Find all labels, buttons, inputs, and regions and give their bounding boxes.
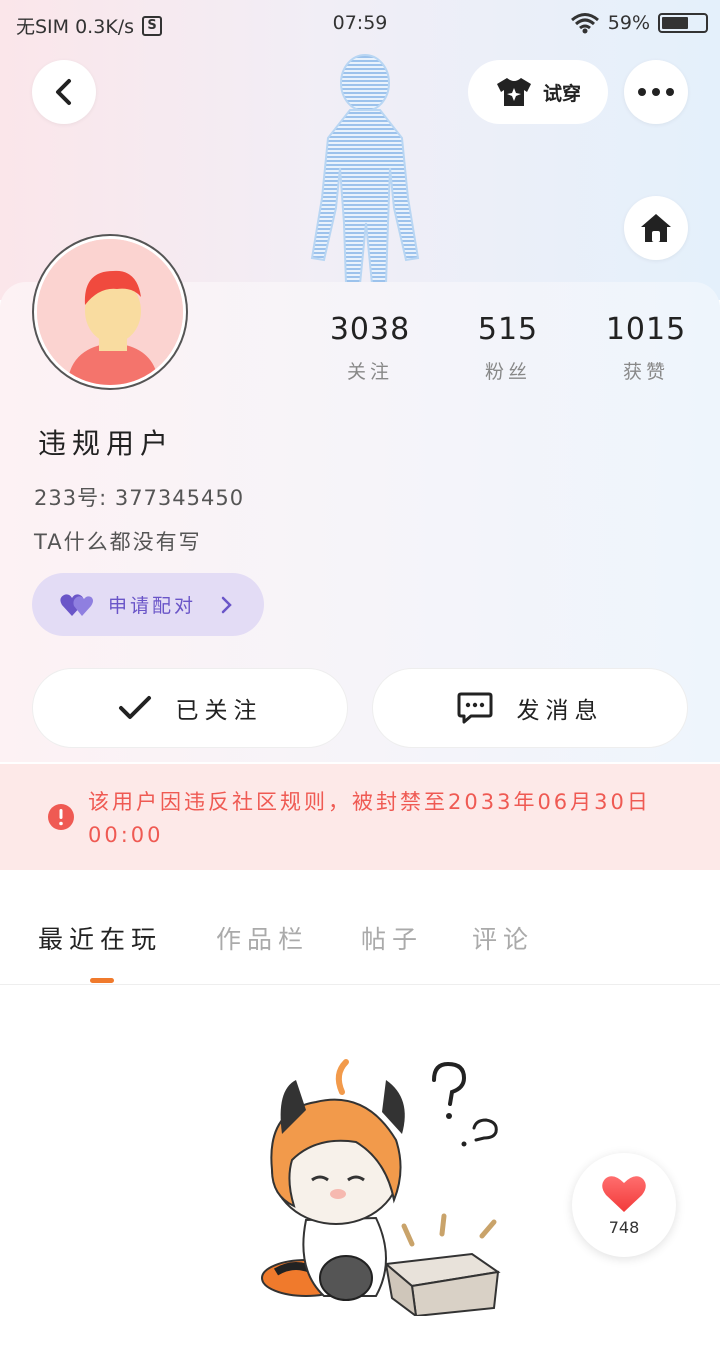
stats-row: 3038 关注 515 粉丝 1015 获赞: [300, 312, 720, 392]
tab-comments[interactable]: 评论: [472, 920, 534, 956]
stat-likes[interactable]: 1015 获赞: [576, 312, 716, 384]
followed-button[interactable]: 已关注: [32, 668, 348, 748]
ellipsis-icon: [638, 88, 674, 96]
stat-value: 515: [477, 312, 539, 347]
back-button[interactable]: [32, 60, 96, 124]
followed-label: 已关注: [175, 698, 263, 724]
exclamation-circle-icon: [48, 804, 74, 830]
battery-percent: 59%: [607, 12, 650, 34]
stat-value: 3038: [329, 312, 411, 347]
home-icon: [641, 214, 671, 242]
stat-fans[interactable]: 515 粉丝: [438, 312, 578, 384]
chevron-left-icon: [56, 79, 71, 105]
match-label: 申请配对: [108, 595, 197, 617]
shirt-sparkle-icon: [496, 78, 531, 106]
message-label: 发消息: [516, 698, 604, 724]
avatar[interactable]: [34, 236, 186, 388]
avatar-hologram-figure[interactable]: [290, 48, 440, 288]
tab-works[interactable]: 作品栏: [216, 920, 309, 956]
home-button[interactable]: [624, 196, 688, 260]
active-tab-indicator: [90, 978, 114, 983]
wifi-icon: [570, 13, 599, 34]
tab-posts[interactable]: 帖子: [361, 920, 423, 956]
username: 违规用户: [38, 427, 175, 460]
empty-state-mascot-illustration: [261, 1059, 501, 1316]
tab-divider: [0, 984, 720, 985]
tab-recently-played[interactable]: 最近在玩: [38, 920, 162, 956]
more-button[interactable]: [624, 60, 688, 124]
user-bio: TA什么都没有写: [34, 530, 202, 554]
try-on-button[interactable]: 试穿: [468, 60, 608, 124]
try-on-label: 试穿: [542, 82, 581, 105]
chat-bubble-icon: [457, 692, 492, 724]
like-count: 748: [608, 1217, 640, 1237]
heart-icon: [602, 1175, 646, 1212]
status-bar: 无SIM 0.3K/s S 07:59 59%: [0, 0, 720, 48]
user-id: 233号: 377345450: [34, 486, 245, 510]
stat-label: 粉丝: [484, 361, 531, 383]
double-heart-icon: [60, 593, 93, 616]
stat-label: 关注: [346, 361, 393, 383]
default-avatar-icon: [37, 239, 183, 385]
stat-value: 1015: [605, 312, 687, 347]
request-match-button[interactable]: 申请配对: [32, 573, 264, 636]
chevron-right-icon: [221, 596, 232, 613]
stat-label: 获赞: [622, 361, 669, 383]
battery-icon: [658, 13, 708, 33]
send-message-button[interactable]: 发消息: [372, 668, 688, 748]
ban-notice-text: 该用户因违反社区规则，被封禁至2033年06月30日 00:00: [88, 790, 651, 847]
check-icon: [118, 696, 151, 719]
stat-following[interactable]: 3038 关注: [300, 312, 440, 384]
like-float-button[interactable]: 748: [572, 1153, 676, 1257]
